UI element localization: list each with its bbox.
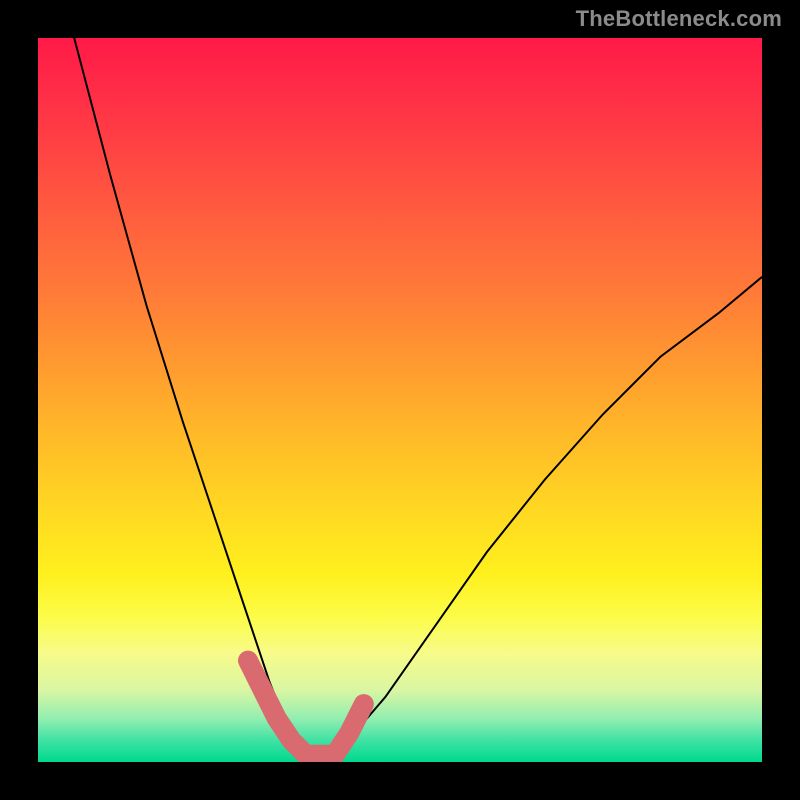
curve-path [74, 38, 762, 755]
plot-area [38, 38, 762, 762]
chart-svg [38, 38, 762, 762]
watermark-text: TheBottleneck.com [576, 6, 782, 32]
chart-frame: TheBottleneck.com [0, 0, 800, 800]
marker-band-path [248, 661, 364, 755]
